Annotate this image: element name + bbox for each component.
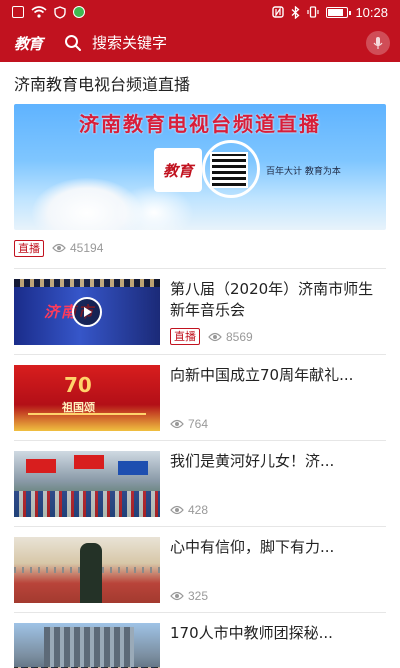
list-item[interactable]: 心中有信仰，脚下有力... 325 [14,527,386,613]
status-bar: 10:28 [0,0,400,24]
eye-icon [170,591,184,601]
thumbnail-number: 70 [64,373,92,397]
thumbnail-text: 祖国颂 [62,401,95,414]
banner-slogan: 百年大计 教育为本 [266,167,341,177]
banner-logo: 教育 [154,148,202,192]
item-title: 第八届（2020年）济南市师生新年音乐会 [170,280,374,319]
list-item[interactable]: 我们是黄河好儿女！济... 428 [14,441,386,527]
video-thumbnail: 70 祖国颂 [14,365,160,431]
clock: 10:28 [355,4,388,20]
featured-meta: 直播 45194 [0,230,400,260]
item-title: 向新中国成立70周年献礼... [170,366,354,384]
view-count: 764 [170,417,208,431]
item-title: 170人市中教师团探秘... [170,624,333,642]
view-count-value: 764 [188,417,209,431]
bluetooth-icon [292,5,300,19]
view-count: 325 [170,589,208,603]
voice-search-button[interactable] [366,31,390,55]
sim-icon [12,6,24,18]
video-thumbnail [14,451,160,517]
view-count: 428 [170,503,208,517]
view-count: 8569 [208,330,253,344]
battery-icon [326,6,352,18]
section-title: 济南教育电视台频道直播 [14,75,191,94]
list-item[interactable]: 济南市 第八届（2020年）济南市师生新年音乐会 直播 8569 [14,269,386,355]
view-count-value: 325 [188,589,209,603]
search-input[interactable] [92,34,366,52]
view-count-value: 8569 [226,329,253,344]
view-count: 45194 [52,241,103,255]
live-badge: 直播 [14,239,44,257]
view-count-value: 428 [188,503,209,517]
search-icon[interactable] [62,32,84,54]
video-thumbnail: 济南市 [14,279,160,345]
item-title: 我们是黄河好儿女！济... [170,452,335,470]
video-thumbnail [14,623,160,668]
video-thumbnail [14,537,160,603]
view-count-value: 45194 [70,241,104,255]
status-left [12,5,85,19]
qr-code-image [210,152,248,188]
eye-icon [170,419,184,429]
play-icon[interactable] [72,297,102,327]
featured-live-banner[interactable]: 济南教育电视台频道直播 教育 百年大计 教育为本 [14,104,386,230]
banner-title: 济南教育电视台频道直播 [79,112,321,136]
eye-icon [208,332,222,341]
live-badge: 直播 [170,328,200,345]
app-logo: 教育 [13,34,43,53]
item-title: 心中有信仰，脚下有力... [170,538,335,556]
vibrate-icon [307,6,320,18]
list-item[interactable]: 170人市中教师团探秘... [14,613,386,668]
eye-icon [170,505,184,515]
wifi-icon [31,6,47,18]
app-header: 教育 [0,24,400,62]
app-notification-icon [73,6,85,18]
eye-icon [52,243,66,253]
list-item[interactable]: 70 祖国颂 向新中国成立70周年献礼... 764 [14,355,386,441]
microphone-icon [373,37,383,49]
shield-icon [54,5,66,19]
nfc-icon [272,6,285,18]
status-right: 10:28 [272,5,388,20]
